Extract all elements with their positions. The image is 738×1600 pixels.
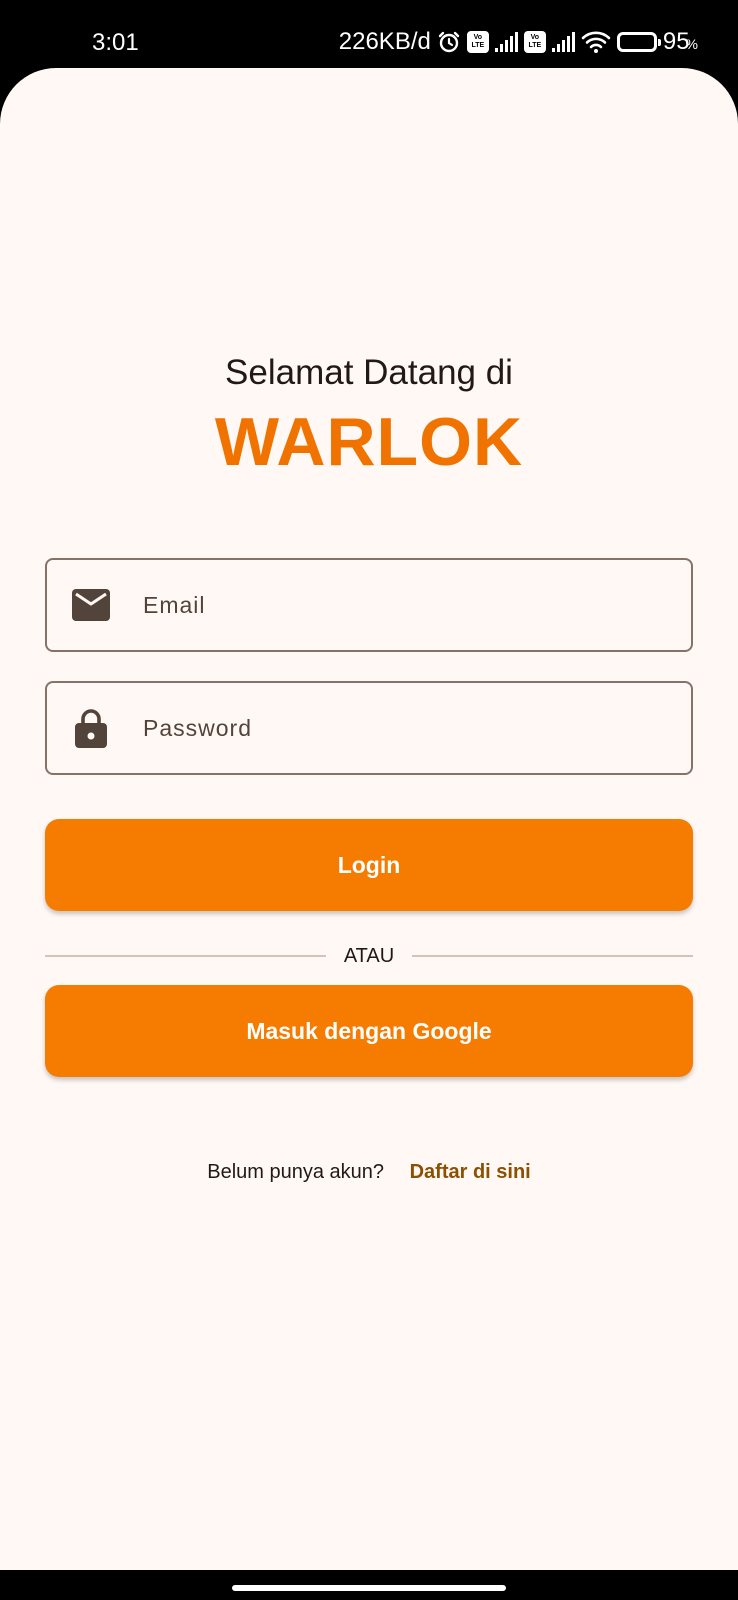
- password-field[interactable]: [45, 681, 693, 775]
- network-speed: 226KB/d: [338, 28, 431, 55]
- home-indicator[interactable]: [232, 1585, 506, 1591]
- register-question: Belum punya akun?: [207, 1161, 385, 1183]
- divider-line-right: [412, 955, 693, 957]
- login-button[interactable]: Login: [45, 819, 693, 911]
- volte-icon-2: Vo LTE: [523, 31, 546, 53]
- app-brand-title: WARLOK: [214, 404, 524, 480]
- email-field[interactable]: [45, 558, 693, 652]
- mail-icon: [71, 585, 111, 625]
- register-link[interactable]: Daftar di sini: [410, 1161, 531, 1183]
- signal-icon-2: [551, 32, 575, 52]
- battery-icon: [616, 32, 661, 52]
- status-icons: 226KB/d Vo LTE Vo LTE 95%: [339, 26, 698, 58]
- divider-line-left: [45, 955, 326, 957]
- status-time: 3:01: [92, 29, 139, 56]
- alarm-icon: [438, 31, 460, 53]
- battery-percent: 95%: [662, 28, 698, 55]
- email-input[interactable]: [141, 590, 645, 620]
- google-login-button[interactable]: Masuk dengan Google: [45, 985, 693, 1077]
- divider-label: ATAU: [343, 944, 395, 967]
- login-screen: Selamat Datang di WARLOK Login ATAU Masu…: [0, 68, 738, 1570]
- password-input[interactable]: [141, 713, 645, 743]
- lock-icon: [71, 708, 111, 748]
- welcome-text: Selamat Datang di: [225, 353, 513, 392]
- status-bar: 3:01 226KB/d Vo LTE Vo LTE 95%: [0, 0, 738, 68]
- wifi-icon: [581, 31, 611, 53]
- signal-icon: [494, 32, 518, 52]
- register-prompt: Belum punya akun? Daftar di sini: [0, 1158, 738, 1186]
- or-divider: ATAU: [45, 941, 693, 971]
- volte-icon: Vo LTE: [466, 31, 489, 53]
